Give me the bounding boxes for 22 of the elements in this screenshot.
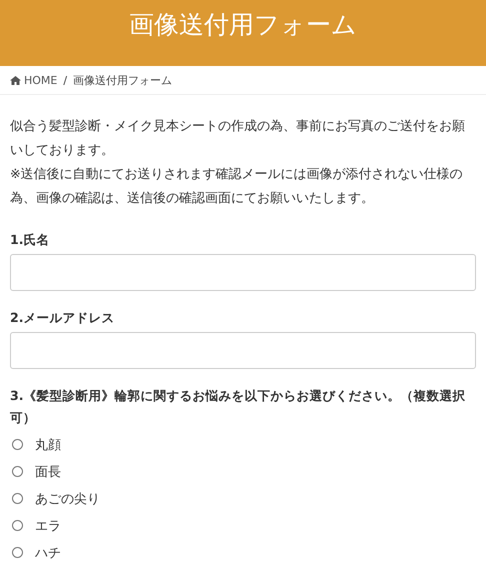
input-field[interactable] <box>10 254 476 291</box>
radio-button[interactable] <box>12 520 23 531</box>
option-label: あごの尖り <box>35 490 100 508</box>
field-label: 3.《髪型診断用》輪郭に関するお悩みを以下からお選びください。（複数選択可） <box>10 387 467 427</box>
option-label: エラ <box>35 518 61 534</box>
intro-text: ※送信後に自動にてお送りされます確認メールには画像が添付されない仕様の為、画像の確認は、送信後の確認画面にてお願いいたします。 <box>10 166 464 208</box>
intro-text: 似合う髪型診断・メイク見本シートの作成の為、事前にお写真のご送付をお願いしております。 <box>10 118 466 160</box>
option-label: ハチ <box>35 544 61 562</box>
field-label: 2.メールアドレス <box>10 309 116 327</box>
home-link[interactable]: HOME <box>10 74 58 86</box>
breadcrumb-separator: / <box>63 74 68 86</box>
option-label: 丸顔 <box>35 436 61 454</box>
field-label: 1.氏名 <box>10 231 51 249</box>
page-title: 画像送付用フォーム <box>129 9 357 41</box>
radio-button[interactable] <box>12 493 23 504</box>
radio-button[interactable] <box>12 439 23 450</box>
input-field[interactable] <box>10 332 476 369</box>
option-label: 面長 <box>35 464 61 480</box>
breadcrumb-current: 画像送付用フォーム <box>73 72 172 88</box>
radio-button[interactable] <box>12 466 23 477</box>
home-icon <box>10 76 21 84</box>
radio-button[interactable] <box>12 547 23 558</box>
